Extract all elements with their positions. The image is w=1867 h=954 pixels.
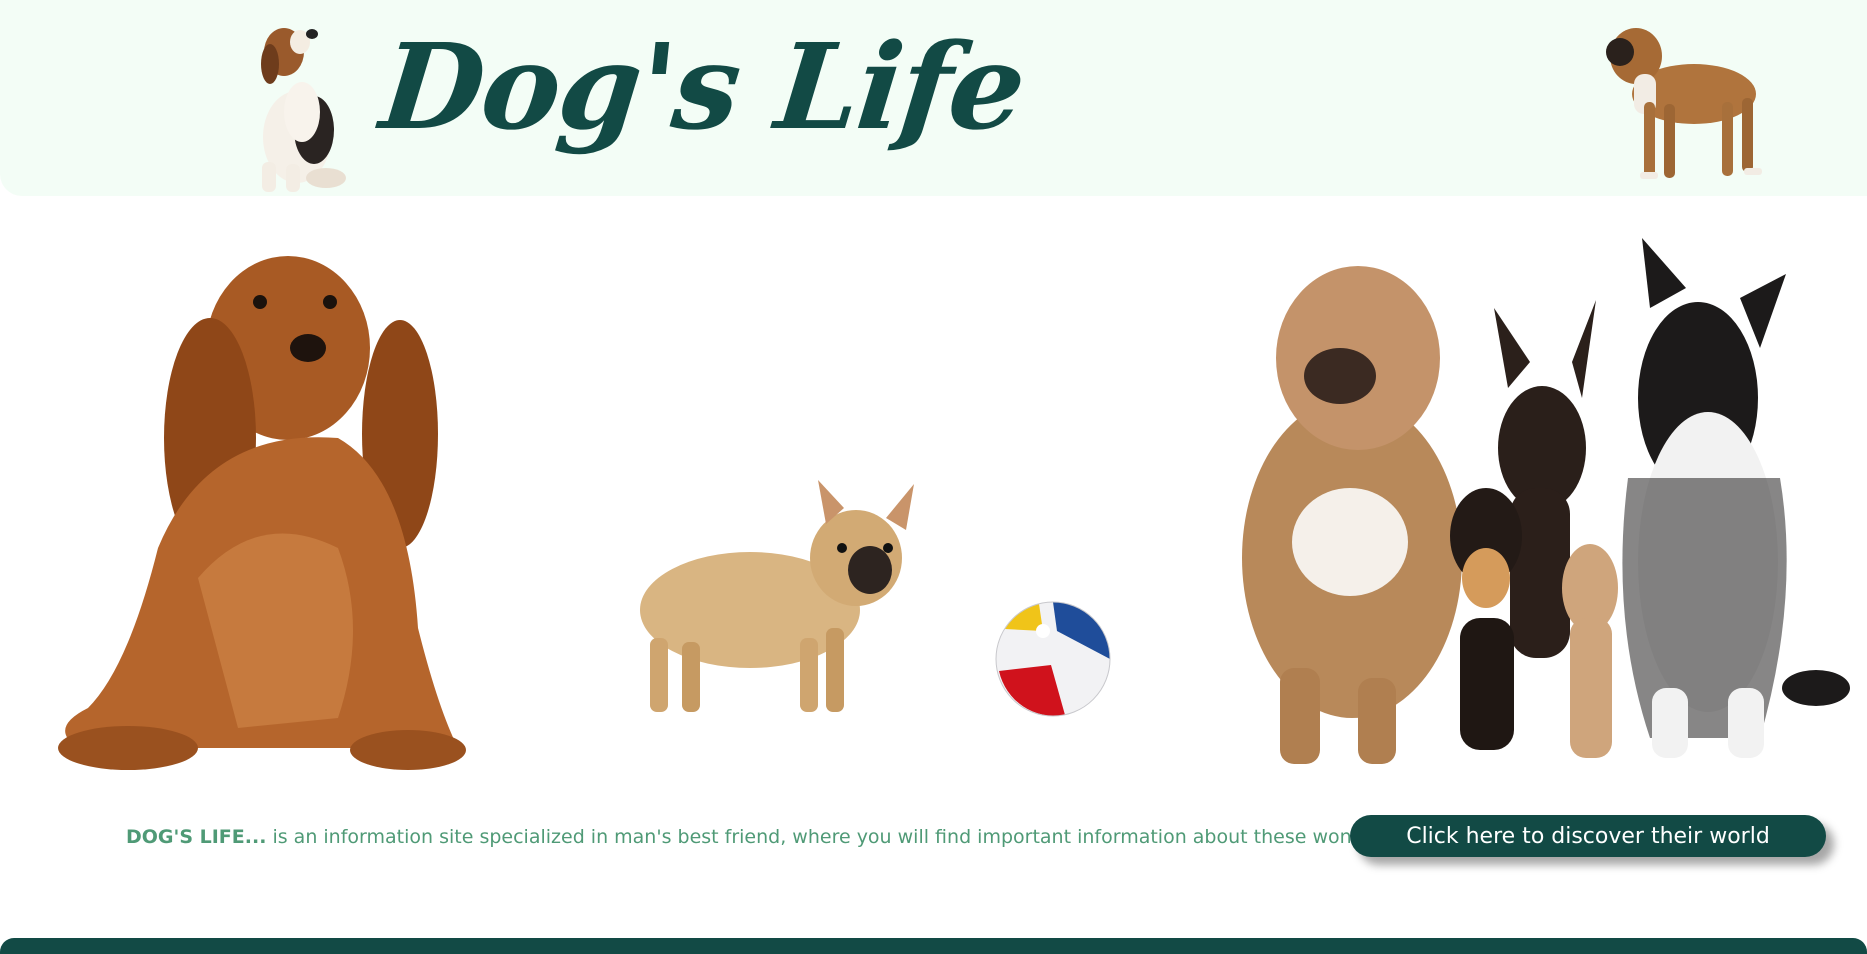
beach-ball-image xyxy=(995,601,1111,717)
site-logo-title[interactable]: Dog's Life xyxy=(375,17,1030,156)
intro-paragraph: DOG'S LIFE... is an information site spe… xyxy=(126,826,1506,848)
intro-text: is an information site specialized in ma… xyxy=(266,826,1506,848)
dog-group-image xyxy=(1242,238,1850,764)
beagle-dog-image xyxy=(261,28,346,192)
french-bulldog-image xyxy=(640,480,914,712)
cocker-spaniel-image xyxy=(58,256,466,770)
footer-bar xyxy=(0,938,1867,954)
boxer-dog-image xyxy=(1606,28,1762,179)
site-header: Dog's Life xyxy=(0,0,1867,196)
discover-world-button[interactable]: Click here to discover their world xyxy=(1350,815,1826,857)
intro-brand: DOG'S LIFE... xyxy=(126,826,267,848)
